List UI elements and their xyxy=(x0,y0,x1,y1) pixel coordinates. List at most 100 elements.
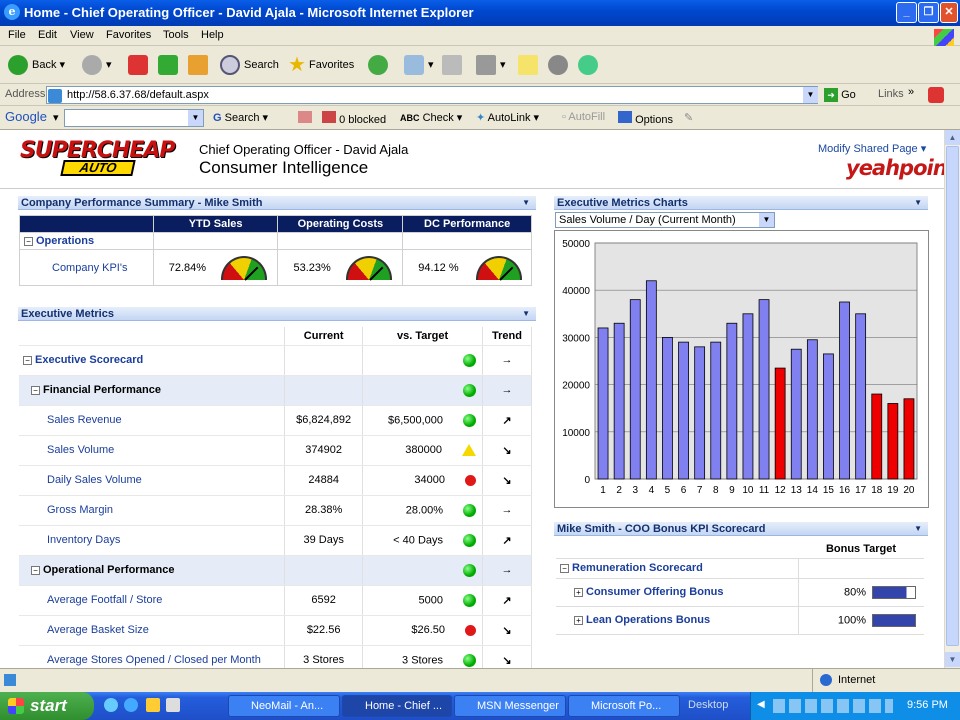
em-row-label[interactable]: Gross Margin xyxy=(19,495,286,526)
scroll-thumb[interactable] xyxy=(946,146,959,646)
back-button[interactable]: Back ▾ xyxy=(8,54,65,76)
consumer-offering-row[interactable]: + Consumer Offering Bonus xyxy=(556,578,799,607)
em-row[interactable]: − Financial Performance → xyxy=(19,375,532,406)
em-row-label[interactable]: − Executive Scorecard xyxy=(19,345,286,376)
collapse-icon[interactable]: − xyxy=(560,563,569,573)
google-logo[interactable]: Google xyxy=(5,109,47,124)
bonus-menu-icon[interactable]: ▼ xyxy=(914,522,922,536)
menu-edit[interactable]: Edit xyxy=(38,29,57,41)
address-dropdown[interactable]: ▼ xyxy=(803,87,818,103)
em-row[interactable]: Gross Margin 28.38% 28.00% → xyxy=(19,495,532,526)
em-row[interactable]: Sales Volume 374902 380000 ↘ xyxy=(19,435,532,466)
em-row[interactable]: Sales Revenue $6,824,892 $6,500,000 ↗ xyxy=(19,405,532,436)
tray-chevron-icon[interactable]: ◀ xyxy=(757,699,765,710)
collapse-icon[interactable]: − xyxy=(31,565,40,575)
menu-tools[interactable]: Tools xyxy=(163,29,189,41)
toolbar-extra-icon[interactable] xyxy=(928,87,944,103)
menu-favorites[interactable]: Favorites xyxy=(106,29,151,41)
task-powerpoint[interactable]: Microsoft Po... xyxy=(568,695,680,717)
menu-file[interactable]: File xyxy=(8,29,26,41)
forward-button[interactable]: ▾ xyxy=(82,54,112,76)
news-button[interactable] xyxy=(298,111,312,126)
mail-button[interactable]: ▾ xyxy=(404,54,434,76)
collapse-icon[interactable]: − xyxy=(31,385,40,395)
em-row-label[interactable]: Daily Sales Volume xyxy=(19,465,286,496)
links-label[interactable]: Links xyxy=(878,88,904,100)
popup-blocker[interactable]: 0 blocked xyxy=(322,111,386,126)
links-chevron-icon[interactable]: » xyxy=(908,86,914,98)
history-button[interactable] xyxy=(368,54,392,76)
scroll-up-icon[interactable]: ▲ xyxy=(945,130,960,145)
chevron-down-icon[interactable]: ▼ xyxy=(759,213,774,227)
autofill-button[interactable]: ▫ AutoFill xyxy=(562,111,605,123)
em-row-label[interactable]: Inventory Days xyxy=(19,525,286,556)
google-dropdown[interactable]: ▼ xyxy=(188,110,203,126)
modify-shared-page-link[interactable]: Modify Shared Page ▾ xyxy=(818,142,926,155)
menu-help[interactable]: Help xyxy=(201,29,224,41)
maximize-button[interactable]: ❐ xyxy=(918,2,939,23)
quicklaunch-icon[interactable] xyxy=(166,698,180,712)
cps-group-row[interactable]: − Operations xyxy=(19,232,154,250)
options-button[interactable]: Options xyxy=(618,111,673,126)
page-scrollbar[interactable]: ▲ ▼ xyxy=(944,130,960,668)
msn-button[interactable] xyxy=(578,54,602,76)
em-row[interactable]: Average Stores Opened / Closed per Month… xyxy=(19,645,532,668)
company-kpis-link[interactable]: Company KPI's xyxy=(19,249,154,286)
search-button[interactable]: Search xyxy=(220,54,279,76)
chart-selector[interactable]: Sales Volume / Day (Current Month) ▼ xyxy=(555,212,775,228)
print-button[interactable] xyxy=(442,54,466,76)
quicklaunch-ie-icon[interactable] xyxy=(124,698,138,712)
gauge-icon[interactable] xyxy=(475,255,522,280)
page-role: Chief Operating Officer - David Ajala xyxy=(199,142,409,157)
quicklaunch-icon[interactable] xyxy=(146,698,160,712)
em-row-label[interactable]: − Financial Performance xyxy=(19,375,286,406)
menu-view[interactable]: View xyxy=(70,29,94,41)
gauge-icon[interactable] xyxy=(345,255,392,280)
em-row-label[interactable]: − Operational Performance xyxy=(19,555,286,586)
spell-check-button[interactable]: ABC Check ▾ xyxy=(400,111,462,124)
google-search-button[interactable]: G Search ▾ xyxy=(213,111,268,124)
refresh-button[interactable] xyxy=(158,54,182,76)
expand-icon[interactable]: + xyxy=(574,587,583,597)
charts-menu-icon[interactable]: ▼ xyxy=(914,196,922,210)
remuneration-group-row[interactable]: − Remuneration Scorecard xyxy=(556,558,799,579)
em-row[interactable]: Average Footfall / Store 6592 5000 ↗ xyxy=(19,585,532,616)
lean-operations-row[interactable]: + Lean Operations Bonus xyxy=(556,606,799,635)
em-row[interactable]: Daily Sales Volume 24884 34000 ↘ xyxy=(19,465,532,496)
desktop-toolbar[interactable]: Desktop xyxy=(688,699,728,711)
task-home-ie[interactable]: Home - Chief ... xyxy=(342,695,452,717)
home-button[interactable] xyxy=(188,54,212,76)
pencil-icon[interactable]: ✎ xyxy=(684,111,693,124)
collapse-icon[interactable]: − xyxy=(23,355,32,365)
messenger-button[interactable] xyxy=(548,54,572,76)
collapse-icon[interactable]: − xyxy=(24,236,33,246)
em-row-label[interactable]: Sales Volume xyxy=(19,435,286,466)
em-row-label[interactable]: Sales Revenue xyxy=(19,405,286,436)
expand-icon[interactable]: + xyxy=(574,615,583,625)
close-button[interactable]: ✕ xyxy=(940,2,958,23)
quicklaunch-icon[interactable] xyxy=(104,698,118,712)
em-row[interactable]: Average Basket Size $22.56 $26.50 ↘ xyxy=(19,615,532,646)
gauge-icon[interactable] xyxy=(221,255,268,280)
em-row[interactable]: − Executive Scorecard → xyxy=(19,345,532,376)
em-menu-icon[interactable]: ▼ xyxy=(522,307,530,321)
scroll-down-icon[interactable]: ▼ xyxy=(945,652,960,667)
google-search-input[interactable] xyxy=(64,109,204,127)
stop-button[interactable] xyxy=(128,54,152,76)
em-row-label[interactable]: Average Basket Size xyxy=(19,615,286,646)
address-input[interactable]: http://58.6.37.68/default.aspx xyxy=(46,86,818,104)
edit-button[interactable]: ▾ xyxy=(476,54,506,76)
task-msn-messenger[interactable]: MSN Messenger xyxy=(454,695,566,717)
em-row[interactable]: − Operational Performance → xyxy=(19,555,532,586)
task-neomail[interactable]: NeoMail - An... xyxy=(228,695,340,717)
minimize-button[interactable]: _ xyxy=(896,2,917,23)
em-row[interactable]: Inventory Days 39 Days < 40 Days ↗ xyxy=(19,525,532,556)
tray-icons[interactable] xyxy=(773,699,893,713)
discuss-button[interactable] xyxy=(518,54,542,76)
em-row-label[interactable]: Average Stores Opened / Closed per Month xyxy=(19,645,286,668)
autolink-button[interactable]: ✦ AutoLink ▾ xyxy=(476,111,539,124)
favorites-button[interactable]: ★ Favorites xyxy=(288,54,354,76)
go-button[interactable]: ➜ Go xyxy=(824,88,856,102)
cps-menu-icon[interactable]: ▼ xyxy=(522,196,530,210)
em-row-label[interactable]: Average Footfall / Store xyxy=(19,585,286,616)
